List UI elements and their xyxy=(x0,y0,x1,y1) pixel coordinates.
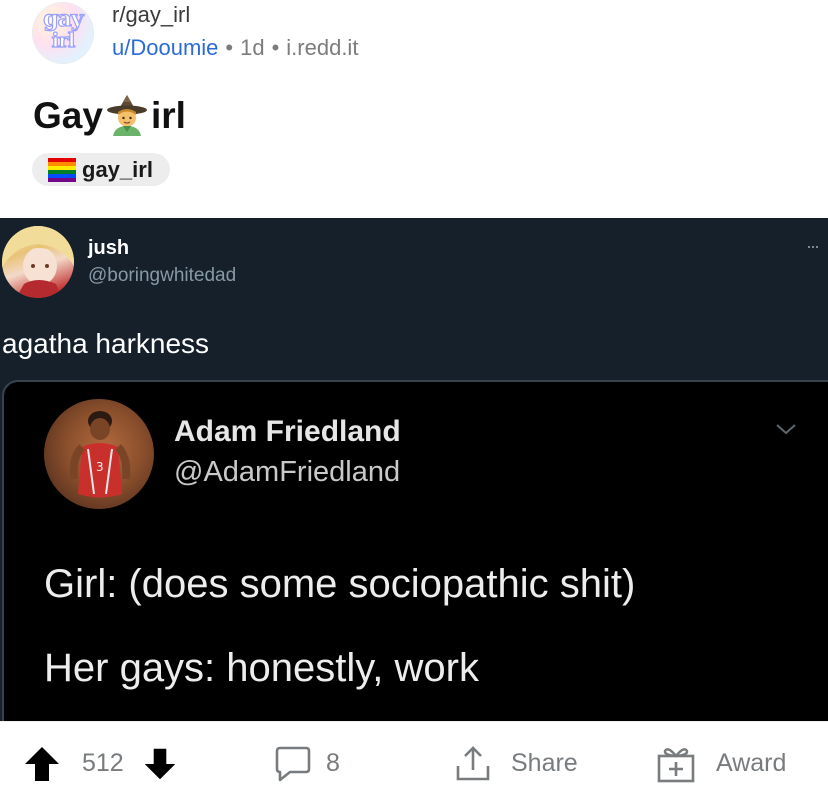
svg-text:3: 3 xyxy=(96,460,104,474)
chevron-down-icon xyxy=(774,422,798,441)
post-image[interactable]: jush @boringwhitedad ··· agatha harkness… xyxy=(0,218,828,721)
meta-separator: • xyxy=(271,35,280,60)
arrow-up-icon xyxy=(22,744,62,784)
author-link[interactable]: u/Dooumie xyxy=(112,35,218,60)
quoted-tweet: 3 Adam Friedland @AdamFriedland Girl: (d… xyxy=(2,380,828,721)
arrow-down-icon xyxy=(142,746,178,782)
quoted-tweet-author-handle: @AdamFriedland xyxy=(174,456,401,488)
comments-button[interactable]: 8 xyxy=(274,722,340,805)
quoted-tweet-line-1: Girl: (does some sociopathic shit) xyxy=(44,562,636,606)
comment-count: 8 xyxy=(326,749,340,777)
tweet-author-handle: @boringwhitedad xyxy=(88,265,237,286)
more-dots-icon: ··· xyxy=(806,236,820,256)
post-meta: u/Dooumie • 1d • i.redd.it xyxy=(112,35,358,61)
share-upload-icon xyxy=(453,744,493,784)
post-action-bar: 512 8 Share Award xyxy=(0,721,828,805)
quoted-tweet-avatar: 3 xyxy=(44,399,154,509)
witch-emoji xyxy=(105,94,149,136)
post-title[interactable]: Gay irl xyxy=(33,94,186,137)
speech-bubble-icon xyxy=(274,745,312,783)
rainbow-flag-icon xyxy=(48,157,76,182)
subreddit-avatar[interactable]: gay irl xyxy=(32,2,94,64)
tweet-avatar xyxy=(2,226,74,298)
tweet-text: agatha harkness xyxy=(2,328,210,359)
share-label: Share xyxy=(511,749,578,777)
post-age: 1d xyxy=(240,35,265,60)
meta-separator: • xyxy=(225,35,234,60)
post-domain[interactable]: i.redd.it xyxy=(286,35,358,60)
post-title-start: Gay xyxy=(33,95,103,136)
flair-label: gay_irl xyxy=(82,156,153,182)
quoted-tweet-author-name: Adam Friedland xyxy=(174,415,401,448)
downvote-button[interactable] xyxy=(142,722,178,805)
post-header: gay irl r/gay_irl u/Dooumie • 1d • i.redd.it… xyxy=(0,0,828,218)
subreddit-logo-text-bottom: irl xyxy=(51,27,76,52)
share-button[interactable]: Share xyxy=(453,722,578,805)
tweet-author-name: jush xyxy=(88,237,130,259)
quoted-tweet-line-2: Her gays: honestly, work xyxy=(44,646,479,690)
upvote-button[interactable] xyxy=(22,722,62,805)
post-flair[interactable]: gay_irl xyxy=(32,153,170,186)
vote-score: 512 xyxy=(82,749,124,777)
post-title-end: irl xyxy=(150,95,186,136)
subreddit-name[interactable]: r/gay_irl xyxy=(112,2,190,28)
award-label: Award xyxy=(716,749,787,777)
gift-icon xyxy=(656,744,696,784)
award-button[interactable]: Award xyxy=(656,722,786,805)
